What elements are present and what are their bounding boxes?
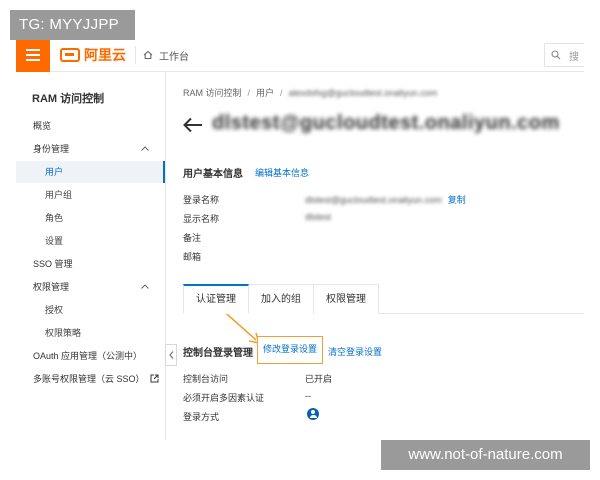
search-input[interactable]: 搜: [544, 43, 584, 67]
sidebar-item-sso[interactable]: SSO 管理: [16, 253, 165, 275]
chevron-left-icon: [168, 351, 173, 359]
brand-logo[interactable]: 阿里云: [60, 45, 126, 65]
breadcrumb-separator: /: [280, 87, 283, 98]
email-label: 邮箱: [183, 252, 202, 262]
edit-basic-info-link[interactable]: 编辑基本信息: [255, 166, 309, 179]
console-access-value: 已开启: [305, 374, 333, 384]
chevron-up-icon: [141, 284, 149, 289]
sidebar-item-label: 多账号权限管理（云 SSO）: [33, 374, 145, 384]
sidebar-item-label: OAuth 应用管理（公测中）: [33, 351, 143, 361]
search-placeholder: 搜: [569, 51, 579, 63]
modify-login-settings-button[interactable]: 修改登录设置: [257, 336, 323, 364]
copy-login-name-link[interactable]: 复制: [448, 195, 466, 205]
login-name-text: dlstest@gucloudtest.onaliyun.com: [305, 195, 442, 205]
workbench-label: 工作台: [159, 51, 189, 63]
mfa-required-label: 必须开启多因素认证: [183, 393, 265, 403]
sidebar-title: RAM 访问控制: [32, 93, 105, 105]
brand-name: 阿里云: [84, 47, 126, 63]
console-login-heading: 控制台登录管理: [183, 348, 253, 359]
mfa-required-value: --: [305, 391, 311, 401]
sidebar-item-label: 概览: [33, 121, 52, 131]
sidebar-item-users[interactable]: 用户: [16, 161, 165, 183]
sidebar-item-label: 身份管理: [33, 144, 70, 154]
sidebar-item-grants[interactable]: 授权: [16, 299, 165, 321]
breadcrumb: RAM 访问控制 / 用户 / alexdsfsg@gucloudtest.on…: [183, 86, 437, 99]
sidebar-item-label: 用户组: [45, 190, 73, 200]
divider: [135, 46, 136, 64]
sidebar-item-label: 权限管理: [33, 282, 70, 292]
sidebar-item-label: SSO 管理: [33, 259, 73, 269]
breadcrumb-current: alexdsfsg@gucloudtest.onaliyun.com: [288, 87, 438, 98]
clear-login-settings-link[interactable]: 清空登录设置: [328, 345, 382, 358]
page-title: dlstest@gucloudtest.onaliyun.com: [212, 112, 560, 134]
user-avatar-icon: [307, 408, 319, 420]
remark-label: 备注: [183, 233, 202, 243]
tab-permissions[interactable]: 权限管理: [314, 284, 379, 314]
sidebar-collapse-button[interactable]: [165, 344, 177, 366]
sidebar-item-label: 授权: [45, 305, 64, 315]
sidebar-item-label: 角色: [45, 213, 64, 223]
sidebar-item-oauth[interactable]: OAuth 应用管理（公测中）: [16, 345, 165, 367]
display-name-label: 显示名称: [183, 214, 220, 224]
breadcrumb-section[interactable]: 用户: [256, 86, 274, 99]
menu-line-icon: [26, 59, 40, 61]
login-method-label: 登录方式: [183, 412, 220, 422]
sidebar-item-roles[interactable]: 角色: [16, 207, 165, 229]
section-title: 用户基本信息: [183, 169, 243, 180]
sidebar-item-label: 权限策略: [45, 328, 82, 338]
top-bar: 阿里云 工作台 搜: [16, 38, 584, 72]
menu-line-icon: [26, 54, 40, 56]
console-window: 阿里云 工作台 搜 RAM 访问控制 概览 身份管理 用户 用户组 角色 设置 …: [16, 38, 584, 440]
breadcrumb-separator: /: [247, 87, 251, 98]
home-icon: [143, 50, 153, 60]
sidebar-item-label: 用户: [45, 167, 64, 177]
sidebar-item-label: 设置: [45, 236, 64, 246]
menu-line-icon: [26, 49, 40, 51]
tab-bar: 认证管理 加入的组 权限管理: [183, 284, 379, 314]
tab-authentication[interactable]: 认证管理: [183, 284, 249, 314]
external-link-icon: [150, 374, 159, 383]
sidebar-item-overview[interactable]: 概览: [16, 115, 165, 137]
sidebar-item-user-groups[interactable]: 用户组: [16, 184, 165, 206]
login-name-value: dlstest@gucloudtest.onaliyun.com 复制: [305, 193, 466, 206]
sidebar: RAM 访问控制 概览 身份管理 用户 用户组 角色 设置 SSO 管理 权限管…: [16, 72, 166, 440]
sidebar-item-identity[interactable]: 身份管理: [16, 138, 165, 160]
hamburger-menu-button[interactable]: [16, 38, 50, 72]
basic-info-heading: 用户基本信息 编辑基本信息: [183, 165, 309, 180]
login-name-label: 登录名称: [183, 195, 220, 205]
sidebar-item-policies[interactable]: 权限策略: [16, 322, 165, 344]
breadcrumb-root[interactable]: RAM 访问控制: [183, 86, 242, 99]
aliyun-logo-icon: [60, 48, 80, 62]
sidebar-item-cloud-sso[interactable]: 多账号权限管理（云 SSO）: [16, 368, 165, 390]
chevron-up-icon: [141, 146, 149, 151]
sidebar-item-settings[interactable]: 设置: [16, 230, 165, 252]
back-arrow-icon[interactable]: [182, 116, 204, 134]
workbench-link[interactable]: 工作台: [143, 45, 189, 65]
search-icon: [551, 50, 561, 60]
sidebar-item-permissions[interactable]: 权限管理: [16, 276, 165, 298]
watermark-bottom: www.not-of-nature.com: [381, 440, 590, 470]
watermark-top: TG: MYYJJPP: [10, 10, 135, 40]
console-access-label: 控制台访问: [183, 374, 229, 384]
display-name-value: dlstest: [305, 212, 332, 222]
